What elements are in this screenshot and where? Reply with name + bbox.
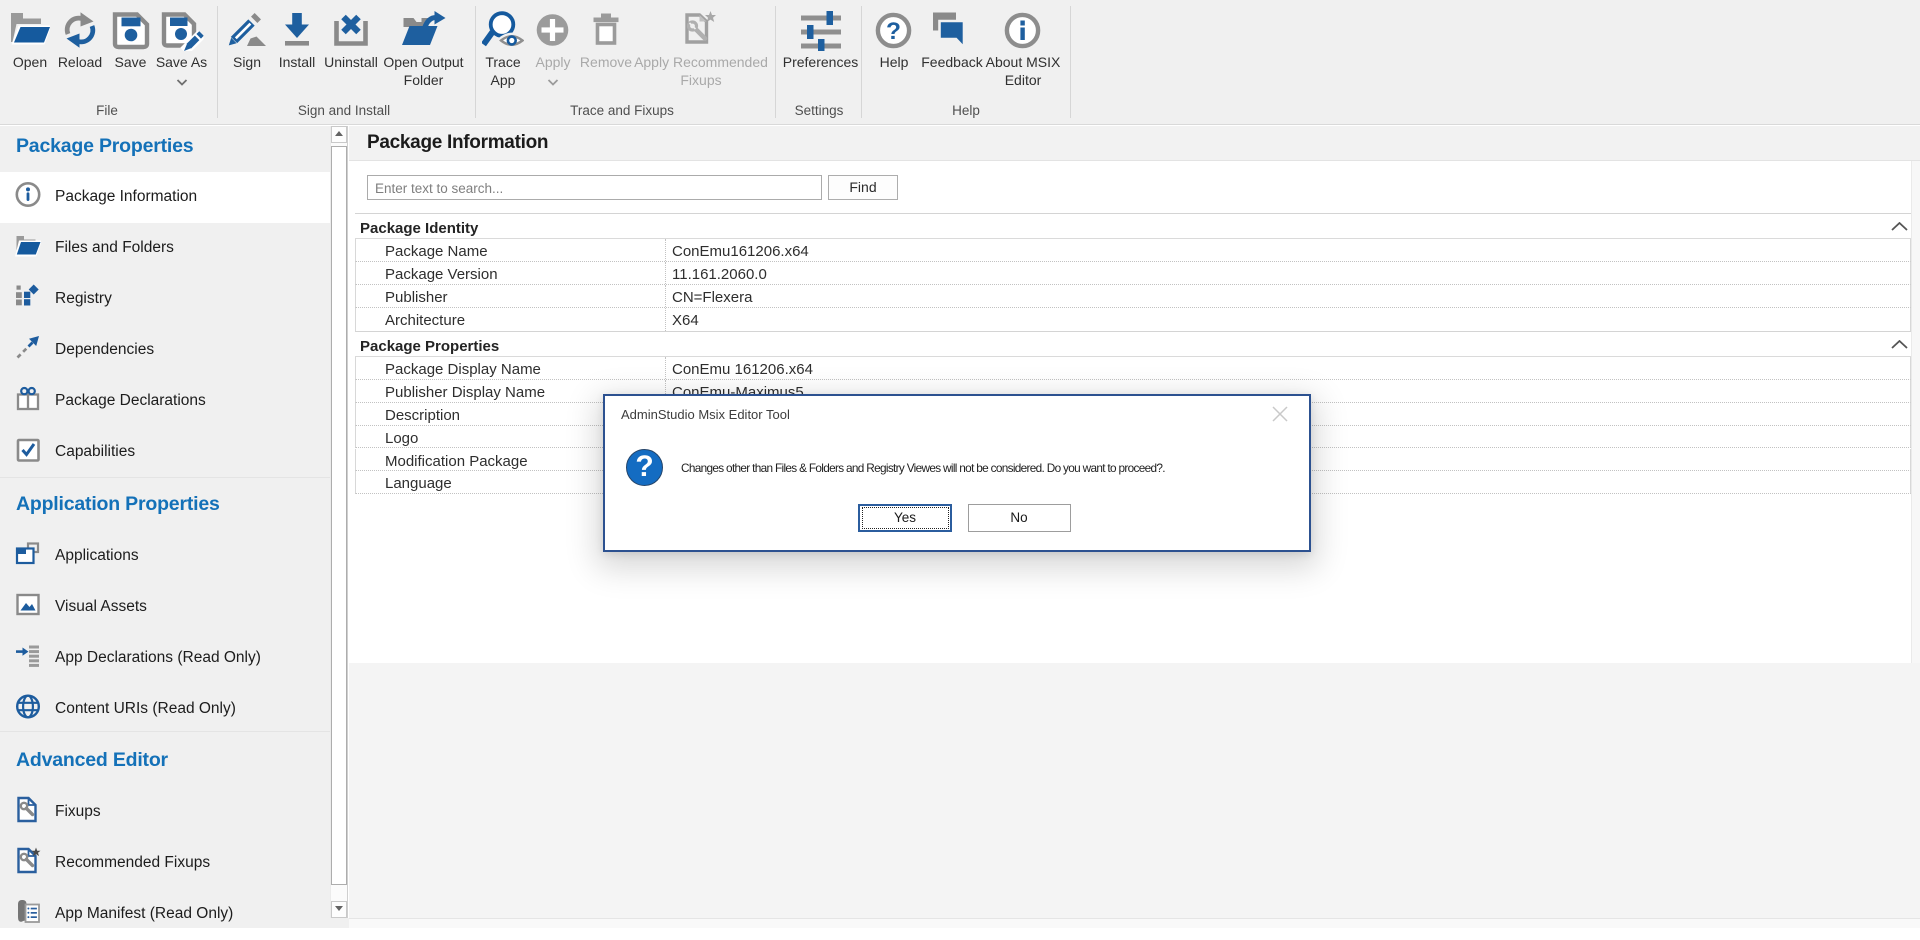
- svg-text:?: ?: [886, 18, 901, 45]
